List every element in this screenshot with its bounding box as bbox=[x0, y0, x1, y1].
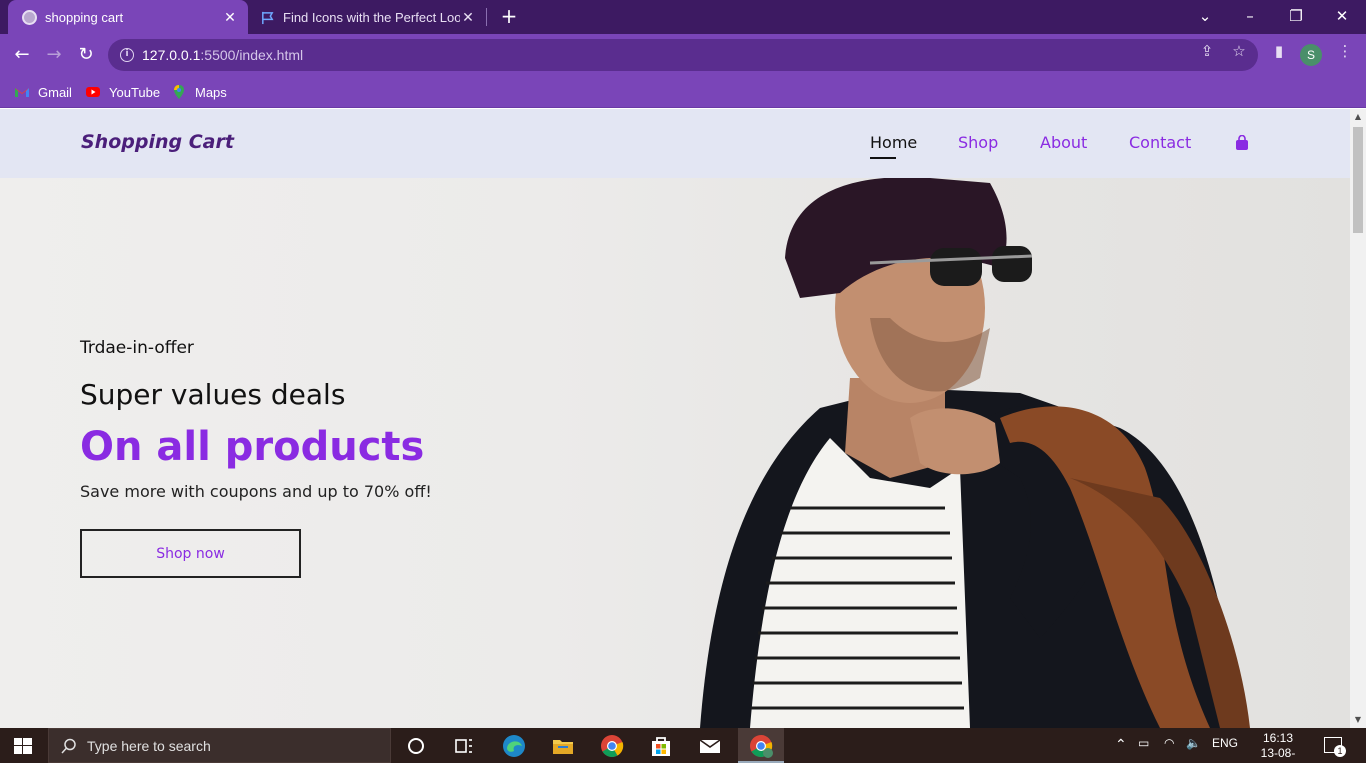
nav-shop[interactable]: Shop bbox=[958, 133, 998, 152]
hero-model-image bbox=[700, 178, 1250, 728]
browser-toolbar: ← → ↻ i 127.0.0.1:5500/index.html ⇪ ☆ ▮ … bbox=[0, 34, 1366, 76]
notification-badge: 1 bbox=[1334, 745, 1346, 757]
browser-tab-bar: shopping cart ✕ Find Icons with the Perf… bbox=[0, 0, 1366, 34]
page-viewport: Shopping Cart Home Shop About Contact Tr… bbox=[0, 109, 1350, 728]
search-icon bbox=[61, 738, 76, 754]
nav-contact[interactable]: Contact bbox=[1129, 133, 1191, 152]
search-placeholder: Type here to search bbox=[87, 737, 211, 754]
windows-taskbar: Type here to search ⌃ ▭ ◠ 🔈 ENG 16:13 13… bbox=[0, 728, 1366, 775]
close-tab-icon[interactable]: ✕ bbox=[460, 9, 476, 26]
hero-headline: Super values deals bbox=[80, 378, 346, 411]
shop-now-button[interactable]: Shop now bbox=[80, 529, 301, 578]
maps-icon bbox=[174, 85, 184, 99]
chrome-icon[interactable] bbox=[600, 734, 624, 758]
globe-icon bbox=[22, 9, 37, 25]
restore-button[interactable]: ❐ bbox=[1284, 4, 1308, 28]
share-icon[interactable]: ⇪ bbox=[1198, 42, 1216, 60]
bookmark-label: Gmail bbox=[38, 84, 72, 100]
gmail-icon bbox=[15, 88, 29, 97]
bookmark-youtube[interactable]: YouTube bbox=[85, 82, 160, 102]
profile-avatar[interactable]: S bbox=[1300, 44, 1322, 66]
active-nav-underline bbox=[870, 157, 896, 159]
taskbar-active-app[interactable] bbox=[738, 728, 784, 763]
wifi-icon[interactable]: ◠ bbox=[1164, 736, 1174, 750]
reload-button[interactable]: ↻ bbox=[74, 43, 98, 67]
close-tab-icon[interactable]: ✕ bbox=[222, 9, 238, 26]
site-header: Shopping Cart Home Shop About Contact bbox=[0, 109, 1350, 178]
mail-icon[interactable] bbox=[698, 734, 722, 758]
language-indicator[interactable]: ENG bbox=[1212, 736, 1238, 750]
tab-title: Find Icons with the Perfect Look & Feel bbox=[283, 9, 460, 25]
bookmark-maps[interactable]: Maps bbox=[171, 82, 227, 102]
close-window-button[interactable]: ✕ bbox=[1330, 4, 1354, 28]
bookmark-label: Maps bbox=[195, 84, 227, 100]
hero-subheadline: On all products bbox=[80, 424, 425, 470]
minimize-button[interactable]: – bbox=[1238, 4, 1262, 28]
taskbar-search-box[interactable]: Type here to search bbox=[48, 728, 391, 763]
url-path: :5500/index.html bbox=[200, 47, 304, 63]
bookmark-label: YouTube bbox=[109, 84, 161, 100]
tab-find-icons[interactable]: Find Icons with the Perfect Look & Feel … bbox=[250, 0, 486, 34]
cortana-icon[interactable] bbox=[404, 734, 428, 758]
scroll-thumb[interactable] bbox=[1353, 127, 1363, 233]
hero-section: Trdae-in-offer Super values deals On all… bbox=[0, 178, 1350, 728]
nav-home[interactable]: Home bbox=[870, 133, 917, 152]
info-icon[interactable]: i bbox=[120, 48, 134, 62]
side-panel-icon[interactable]: ▮ bbox=[1270, 42, 1288, 60]
hero-description: Save more with coupons and up to 70% off… bbox=[80, 482, 432, 501]
bookmark-star-icon[interactable]: ☆ bbox=[1230, 42, 1248, 60]
task-view-icon[interactable] bbox=[452, 734, 476, 758]
more-menu-icon[interactable]: ⋮ bbox=[1336, 42, 1354, 60]
shopping-bag-icon[interactable] bbox=[1235, 135, 1249, 151]
site-logo[interactable]: Shopping Cart bbox=[81, 131, 234, 153]
address-bar[interactable]: i 127.0.0.1:5500/index.html bbox=[108, 39, 1258, 71]
clock-date: 13-08-2023 bbox=[1260, 746, 1296, 775]
nav-about[interactable]: About bbox=[1040, 133, 1087, 152]
back-button[interactable]: ← bbox=[10, 43, 34, 67]
hero-offer-text: Trdae-in-offer bbox=[80, 338, 194, 358]
tab-shopping-cart[interactable]: shopping cart ✕ bbox=[8, 0, 248, 34]
url-host: 127.0.0.1 bbox=[142, 47, 201, 63]
tray-chevron-icon[interactable]: ⌃ bbox=[1115, 736, 1127, 753]
bookmark-gmail[interactable]: Gmail bbox=[14, 82, 72, 102]
chrome-profile-icon bbox=[750, 735, 773, 758]
bookmarks-bar: Gmail YouTube Maps bbox=[0, 76, 1366, 108]
notification-center-icon[interactable]: 1 bbox=[1324, 737, 1346, 757]
youtube-icon bbox=[86, 87, 100, 97]
tab-separator bbox=[486, 8, 487, 26]
volume-icon[interactable]: 🔈 bbox=[1186, 736, 1201, 750]
scroll-down-icon[interactable]: ▼ bbox=[1354, 715, 1362, 724]
file-explorer-icon[interactable] bbox=[551, 734, 575, 758]
battery-icon[interactable]: ▭ bbox=[1138, 736, 1149, 750]
edge-browser-icon[interactable] bbox=[502, 734, 526, 758]
windows-start-icon[interactable] bbox=[14, 738, 32, 754]
taskbar-clock[interactable]: 16:13 13-08-2023 bbox=[1248, 731, 1308, 776]
clock-time: 16:13 bbox=[1262, 731, 1294, 745]
flag-icon bbox=[262, 11, 274, 24]
tab-search-chevron-icon[interactable]: ⌄ bbox=[1193, 4, 1217, 28]
store-icon[interactable] bbox=[649, 734, 673, 758]
scroll-up-icon[interactable]: ▲ bbox=[1354, 112, 1362, 121]
tab-title: shopping cart bbox=[45, 9, 124, 25]
forward-button[interactable]: → bbox=[42, 43, 66, 67]
new-tab-button[interactable]: + bbox=[498, 5, 520, 27]
page-scrollbar[interactable]: ▲ ▼ bbox=[1350, 109, 1366, 728]
